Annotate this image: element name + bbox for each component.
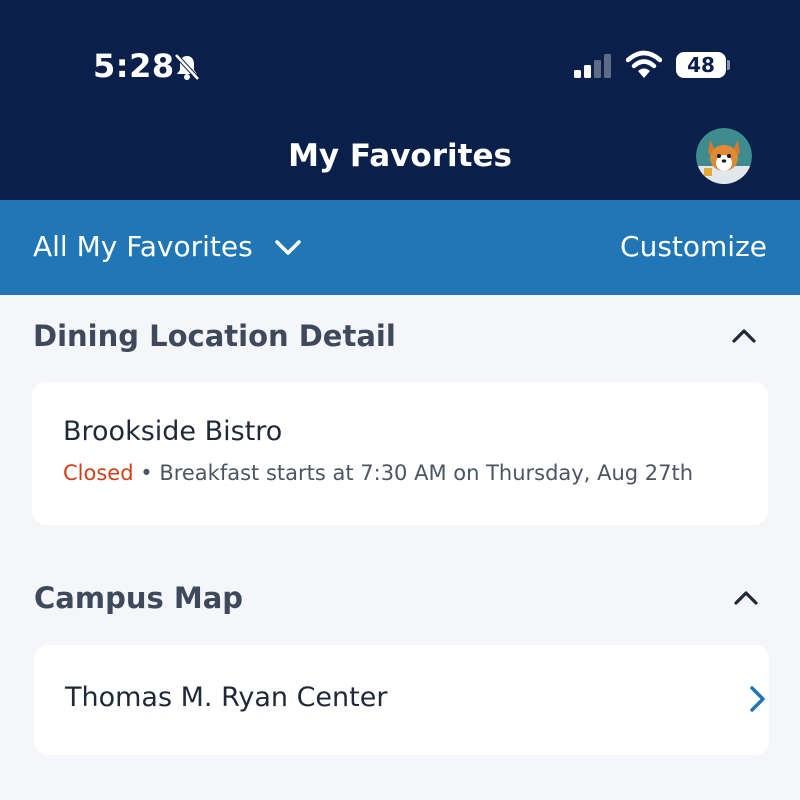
chevron-up-icon[interactable] xyxy=(728,582,764,614)
section-header-campus-map: Campus Map xyxy=(0,568,800,628)
chevron-right-icon[interactable] xyxy=(744,683,770,715)
section-title: Dining Location Detail xyxy=(33,319,396,353)
location-hours: Closed • Breakfast starts at 7:30 AM on … xyxy=(63,456,693,490)
chevron-up-icon[interactable] xyxy=(726,320,762,352)
map-location-name: Thomas M. Ryan Center xyxy=(65,682,388,713)
page-title: My Favorites xyxy=(288,138,512,174)
status-time: 5:28 xyxy=(93,47,175,85)
battery-tip xyxy=(727,60,730,70)
hours-detail: Breakfast starts at 7:30 AM on Thursday,… xyxy=(159,461,694,485)
corgi-avatar-icon[interactable] xyxy=(696,128,752,184)
section-title: Campus Map xyxy=(34,581,244,615)
dining-location-card[interactable]: Brookside Bistro Closed • Breakfast star… xyxy=(32,382,768,525)
bell-slash-icon xyxy=(174,53,200,81)
battery-icon: 48 xyxy=(676,52,726,78)
cellular-signal-icon xyxy=(574,54,611,78)
wifi-icon xyxy=(626,50,662,78)
status-badge: Closed xyxy=(63,461,134,485)
location-name: Brookside Bistro xyxy=(63,416,283,447)
chevron-down-icon xyxy=(274,240,301,255)
customize-button[interactable]: Customize xyxy=(620,224,767,270)
campus-map-card[interactable]: Thomas M. Ryan Center xyxy=(34,645,769,755)
bullet-separator: • xyxy=(140,461,153,485)
section-header-dining: Dining Location Detail xyxy=(0,306,800,366)
top-header: 5:28 48 My Favorites xyxy=(0,0,800,200)
favorites-filter-dropdown[interactable]: All My Favorites xyxy=(33,224,303,270)
filter-bar: All My Favorites Customize xyxy=(0,200,800,295)
filter-selected-label: All My Favorites xyxy=(33,230,253,263)
